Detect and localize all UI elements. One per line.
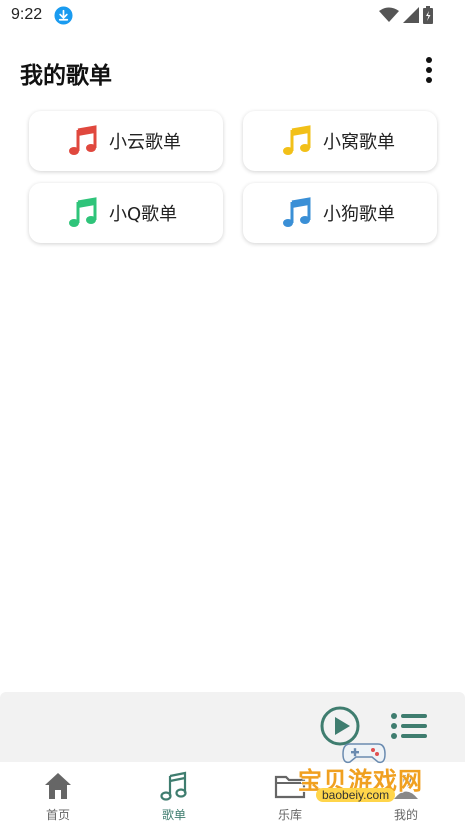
playlist-label: 小Q歌单	[109, 204, 178, 225]
user-icon	[394, 775, 418, 799]
wifi-icon	[379, 7, 399, 22]
music-note-icon	[283, 197, 311, 227]
nav-library[interactable]: 乐库	[232, 762, 348, 827]
music-note-icon	[69, 197, 97, 227]
folder-icon	[274, 775, 306, 799]
play-button[interactable]	[320, 706, 360, 746]
list-icon	[391, 713, 427, 739]
status-time: 9:22	[11, 6, 43, 23]
nav-label: 我的	[393, 808, 418, 822]
playlist-card-xiaoq[interactable]: 小Q歌单	[29, 183, 223, 243]
music-note-icon	[160, 771, 187, 801]
download-icon	[54, 6, 73, 25]
playlist-queue-button[interactable]	[391, 713, 427, 739]
home-icon	[45, 773, 71, 799]
music-note-icon	[69, 125, 97, 155]
status-bar: 9:22	[0, 0, 465, 32]
playlist-label: 小狗歌单	[323, 204, 395, 225]
app-header: 我的歌单	[0, 46, 465, 94]
battery-icon	[423, 6, 433, 24]
nav-playlists[interactable]: 歌单	[116, 762, 232, 827]
nav-label: 乐库	[277, 808, 302, 822]
nav-home[interactable]: 首页	[0, 762, 116, 827]
cell-signal-icon	[403, 7, 419, 23]
play-icon	[320, 706, 360, 746]
playlist-card-xiaowo[interactable]: 小窝歌单	[243, 111, 437, 171]
nav-label: 歌单	[161, 808, 186, 822]
more-options-button[interactable]	[414, 52, 444, 88]
page-title: 我的歌单	[20, 63, 112, 89]
mini-player-bar	[0, 692, 465, 762]
nav-mine[interactable]: 我的	[348, 762, 464, 827]
nav-label: 首页	[45, 808, 70, 822]
music-note-icon	[283, 125, 311, 155]
playlist-card-xiaogou[interactable]: 小狗歌单	[243, 183, 437, 243]
playlist-card-xiaoyun[interactable]: 小云歌单	[29, 111, 223, 171]
bottom-nav: 首页 歌单 乐库 我的	[0, 762, 465, 827]
status-icons	[379, 6, 433, 24]
playlist-label: 小云歌单	[109, 132, 181, 153]
more-vertical-icon	[426, 57, 432, 83]
playlist-label: 小窝歌单	[323, 132, 395, 153]
